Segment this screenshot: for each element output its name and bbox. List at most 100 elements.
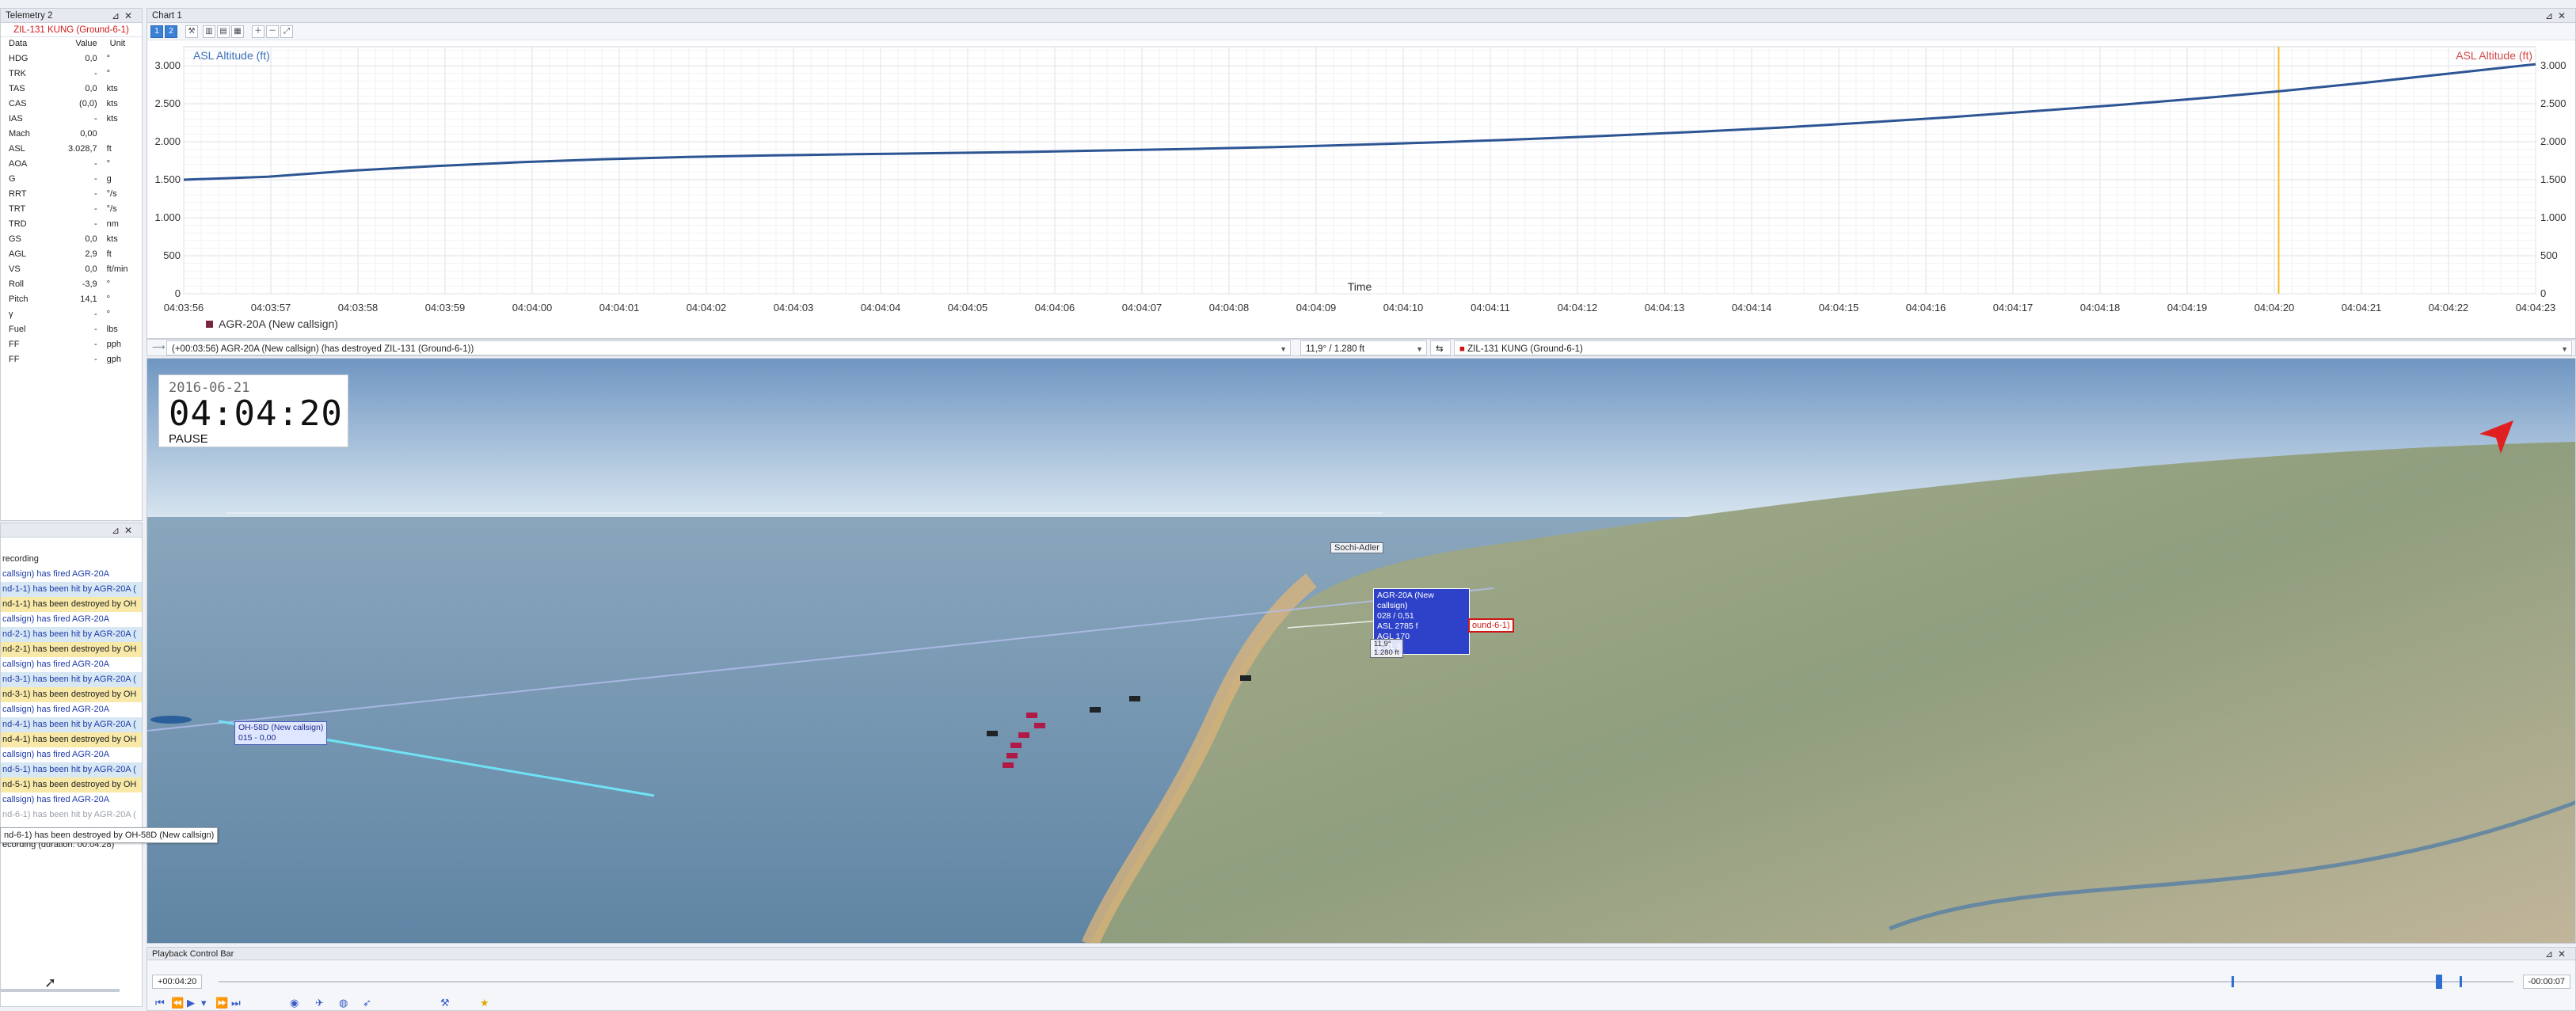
zoom-out-icon[interactable]: － (266, 25, 279, 38)
event-log[interactable]: recording callsign) has fired AGR-20A nd-1… (1, 552, 142, 853)
pin-icon[interactable]: ⊿ (2545, 10, 2558, 21)
telemetry-row[interactable]: TRD - nm (1, 216, 142, 231)
telemetry-row[interactable]: CAS (0,0) kts (1, 96, 142, 111)
telemetry-row[interactable]: Roll -3,9 ° (1, 276, 142, 291)
event-log-item[interactable]: callsign) has fired AGR-20A (1, 702, 142, 717)
x-tick-label: 04:04:15 (1819, 302, 1859, 314)
timeline-track[interactable] (219, 981, 2513, 982)
event-log-item[interactable]: recording (1, 552, 142, 567)
link-icon: ⇆ (1436, 344, 1444, 354)
event-log-item[interactable]: callsign) has fired AGR-20A (1, 567, 142, 582)
x-tick-label: 04:04:17 (1993, 302, 2034, 314)
event-log-item[interactable]: nd-5-1) has been hit by AGR-20A ( (1, 762, 142, 777)
event-log-item[interactable]: callsign) has fired AGR-20A (1, 612, 142, 627)
skip-end-icon[interactable]: ⏭ (231, 997, 241, 1009)
timeline-marker[interactable] (2232, 976, 2234, 987)
primary-object-dropdown[interactable]: (+00:03:56) AGR-20A (New callsign) (has … (166, 340, 1291, 355)
zoom-in-icon[interactable]: ＋ (252, 25, 264, 38)
event-log-item[interactable]: nd-4-1) has been hit by AGR-20A ( (1, 717, 142, 732)
telemetry-row[interactable]: AOA - ° (1, 156, 142, 171)
telemetry-title: Telemetry 2 (6, 11, 53, 21)
timeline-marker[interactable] (2460, 976, 2462, 987)
target-label[interactable]: ound-6-1) (1468, 618, 1514, 633)
event-log-item[interactable]: callsign) has fired AGR-20A (1, 792, 142, 808)
link-options-button[interactable]: ⇆ (1430, 340, 1451, 355)
aircraft-icon[interactable]: ✈ (315, 997, 324, 1009)
legend-entry[interactable]: AGR-20A (New callsign) (219, 317, 338, 330)
close-icon[interactable]: ✕ (2558, 10, 2570, 21)
event-log-item[interactable]: nd-5-1) has been destroyed by OH (1, 777, 142, 792)
event-log-item[interactable]: nd-3-1) has been hit by AGR-20A ( (1, 672, 142, 687)
telemetry-row[interactable]: RRT - °/s (1, 186, 142, 201)
missile-icon: ⟶ (152, 343, 166, 352)
close-icon[interactable]: ✕ (2558, 948, 2570, 960)
event-log-item[interactable]: nd-6-1) has been hit by AGR-20A ( (1, 808, 142, 823)
3d-view[interactable]: 2016-06-21 04:04:20 PAUSE Sochi-Adler OH… (146, 358, 2576, 944)
telemetry-row[interactable]: IAS - kts (1, 111, 142, 126)
close-icon[interactable]: ✕ (124, 10, 137, 21)
telemetry-row[interactable]: Pitch 14,1 ° (1, 291, 142, 306)
close-icon[interactable]: ✕ (124, 525, 137, 536)
event-log-item[interactable]: nd-4-1) has been destroyed by OH (1, 732, 142, 747)
event-log-item[interactable]: nd-2-1) has been destroyed by OH (1, 642, 142, 657)
telemetry-row[interactable]: Fuel - lbs (1, 321, 142, 336)
telemetry-row[interactable]: G -g (1, 171, 142, 186)
telemetry-row[interactable]: FF - gph (1, 352, 142, 367)
helicopter-model[interactable] (150, 716, 192, 724)
horizontal-scrollbar[interactable] (1, 989, 120, 992)
telemetry-row[interactable]: AGL 2,9 ft (1, 246, 142, 261)
event-log-item[interactable]: callsign) has fired AGR-20A (1, 657, 142, 672)
camera-icon[interactable]: ◉ (290, 997, 299, 1009)
pin-icon[interactable]: ⊿ (112, 525, 124, 536)
telemetry-row[interactable]: ASL 3.028,7 ft (1, 141, 142, 156)
missile-small-label[interactable]: 11,9° 1.280 ft (1370, 639, 1403, 658)
chart-mode-2-icon[interactable]: 2 (165, 25, 177, 38)
play-icon[interactable]: ▶ (187, 997, 195, 1009)
telemetry-row[interactable]: VS 0,0 ft/min (1, 261, 142, 276)
globe-icon[interactable]: ◍ (339, 997, 348, 1009)
telemetry-row[interactable]: TRT - °/s (1, 201, 142, 216)
column-header[interactable]: Value (45, 37, 102, 51)
telemetry-row[interactable]: Mach 0,00 (1, 126, 142, 141)
telemetry-row[interactable]: γ - ° (1, 306, 142, 321)
event-log-item[interactable]: nd-1-1) has been destroyed by OH (1, 597, 142, 612)
star-icon[interactable]: ★ (480, 997, 489, 1009)
telemetry-row[interactable]: FF - pph (1, 336, 142, 352)
step-back-icon[interactable]: ⏪ (171, 997, 184, 1009)
layout-1-icon[interactable]: ▥ (203, 25, 215, 38)
event-log-item[interactable]: nd-1-1) has been hit by AGR-20A ( (1, 582, 142, 597)
bearing-distance-dropdown[interactable]: 11,9° / 1.280 ft ▼ (1300, 340, 1427, 355)
tools-icon[interactable]: ⚒ (440, 997, 450, 1009)
column-header[interactable]: Unit (102, 37, 142, 51)
layout-3-icon[interactable]: ▦ (231, 25, 244, 38)
event-log-item[interactable]: callsign) has fired AGR-20A (1, 747, 142, 762)
telemetry-row[interactable]: GS 0,0 kts (1, 231, 142, 246)
place-label[interactable]: Sochi-Adler (1330, 542, 1383, 553)
timeline-handle[interactable] (2436, 975, 2442, 989)
bearing-distance-value: 11,9° / 1.280 ft (1306, 344, 1365, 354)
x-tick-label: 04:04:12 (1558, 302, 1598, 314)
chart-mode-1-icon[interactable]: 1 (150, 25, 163, 38)
altitude-chart[interactable]: 0 0 500 500 1.000 1.000 1.500 1.500 2.000 2.000 2.… (147, 40, 2575, 338)
event-log-item[interactable]: nd-3-1) has been destroyed by OH (1, 687, 142, 702)
secondary-object-dropdown[interactable]: ■ ZIL-131 KUNG (Ground-6-1) ▼ (1454, 340, 2572, 355)
event-log-item[interactable]: nd-2-1) has been hit by AGR-20A ( (1, 627, 142, 642)
helicopter-label[interactable]: OH-58D (New callsign) 015 - 0,00 (234, 721, 328, 745)
missile-icon[interactable]: ➶ (363, 997, 371, 1009)
column-header[interactable]: Data (1, 37, 45, 51)
zoom-fit-icon[interactable]: ⤢ (280, 25, 293, 38)
speed-dropdown-icon[interactable]: ▾ (201, 997, 207, 1009)
telemetry-param: TRD (9, 219, 27, 229)
telemetry-row[interactable]: TRK - ° (1, 66, 142, 81)
step-forward-icon[interactable]: ⏩ (215, 997, 228, 1009)
pin-icon[interactable]: ⊿ (2545, 948, 2558, 960)
layout-2-icon[interactable]: ▤ (217, 25, 230, 38)
skip-start-icon[interactable]: ⏮ (155, 997, 165, 1009)
telemetry-row[interactable]: HDG 0,0 ° (1, 51, 142, 66)
telemetry-value: (0,0) (79, 98, 97, 108)
3d-scene[interactable] (147, 359, 2576, 944)
telemetry-row[interactable]: TAS 0,0 kts (1, 81, 142, 96)
wrench-icon[interactable]: ⚒ (185, 25, 198, 38)
chart-toolbar: 1 2 ⚒ ▥ ▤ ▦ ＋ － ⤢ (147, 23, 2575, 40)
pin-icon[interactable]: ⊿ (112, 10, 124, 21)
